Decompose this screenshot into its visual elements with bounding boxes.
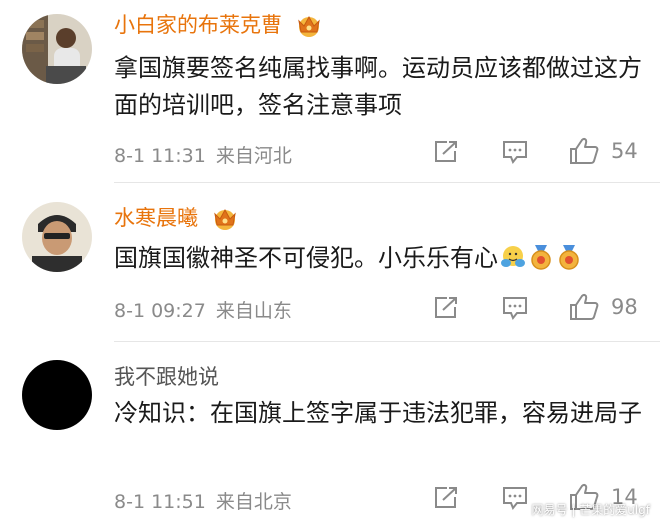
comment-source: 来自河北 bbox=[215, 145, 292, 167]
share-icon[interactable] bbox=[433, 486, 459, 510]
comment-meta: 8-1 11:51 来自北京 bbox=[114, 487, 292, 514]
crown-badge-icon bbox=[213, 208, 236, 230]
comment-text: 冷知识：在国旗上签字属于违法犯罪，容易进局子 bbox=[114, 399, 642, 427]
comment-source: 来自北京 bbox=[215, 491, 292, 513]
author-line: 我不跟她说 bbox=[114, 362, 219, 391]
author-name[interactable]: 小白家的布莱克曹 bbox=[114, 13, 282, 37]
like-count: 98 bbox=[611, 295, 638, 319]
author-name[interactable]: 我不跟她说 bbox=[114, 365, 219, 389]
comment-time: 8-1 11:31 bbox=[114, 145, 206, 167]
comment-time: 8-1 09:27 bbox=[114, 300, 206, 322]
hug-emoji-icon bbox=[501, 246, 525, 267]
comment-source: 来自山东 bbox=[215, 300, 292, 322]
share-icon[interactable] bbox=[433, 296, 459, 320]
reply-icon[interactable] bbox=[502, 296, 528, 320]
comment-meta: 8-1 09:27 来自山东 bbox=[114, 296, 292, 323]
divider bbox=[114, 182, 660, 183]
author-line: 水寒晨曦 bbox=[114, 203, 239, 232]
comment-text: 国旗国徽神圣不可侵犯。小乐乐有心 bbox=[114, 244, 498, 272]
crown-badge-icon bbox=[297, 15, 320, 37]
avatar[interactable] bbox=[22, 360, 92, 430]
author-line: 小白家的布莱克曹 bbox=[114, 10, 323, 39]
share-icon[interactable] bbox=[433, 140, 459, 164]
comment-text-line: 国旗国徽神圣不可侵犯。小乐乐有心 bbox=[114, 240, 644, 277]
like-icon[interactable] bbox=[569, 137, 599, 165]
watermark: 网易号 | 芒果的爱ulgf bbox=[531, 503, 650, 517]
comment-text: 拿国旗要签名纯属找事啊。运动员应该都做过这方面的培训吧，签名注意事项 bbox=[114, 54, 642, 119]
reply-icon[interactable] bbox=[502, 140, 528, 164]
comment-meta: 8-1 11:31 来自河北 bbox=[114, 141, 292, 168]
comment-time: 8-1 11:51 bbox=[114, 491, 206, 513]
reply-icon[interactable] bbox=[502, 486, 528, 510]
comment-list: 小白家的布莱克曹 拿国旗要签名纯属找事啊。运动员应该都做过这方面的培训吧，签名注… bbox=[0, 0, 660, 522]
author-name[interactable]: 水寒晨曦 bbox=[114, 206, 198, 230]
avatar-photo-icon bbox=[22, 14, 92, 84]
avatar[interactable] bbox=[22, 202, 92, 272]
like-count: 54 bbox=[611, 139, 638, 163]
avatar-photo-icon bbox=[22, 202, 92, 272]
divider bbox=[114, 341, 660, 342]
avatar[interactable] bbox=[22, 14, 92, 84]
like-icon[interactable] bbox=[569, 293, 599, 321]
medal-icon bbox=[531, 245, 551, 270]
medal-icon bbox=[559, 245, 579, 270]
